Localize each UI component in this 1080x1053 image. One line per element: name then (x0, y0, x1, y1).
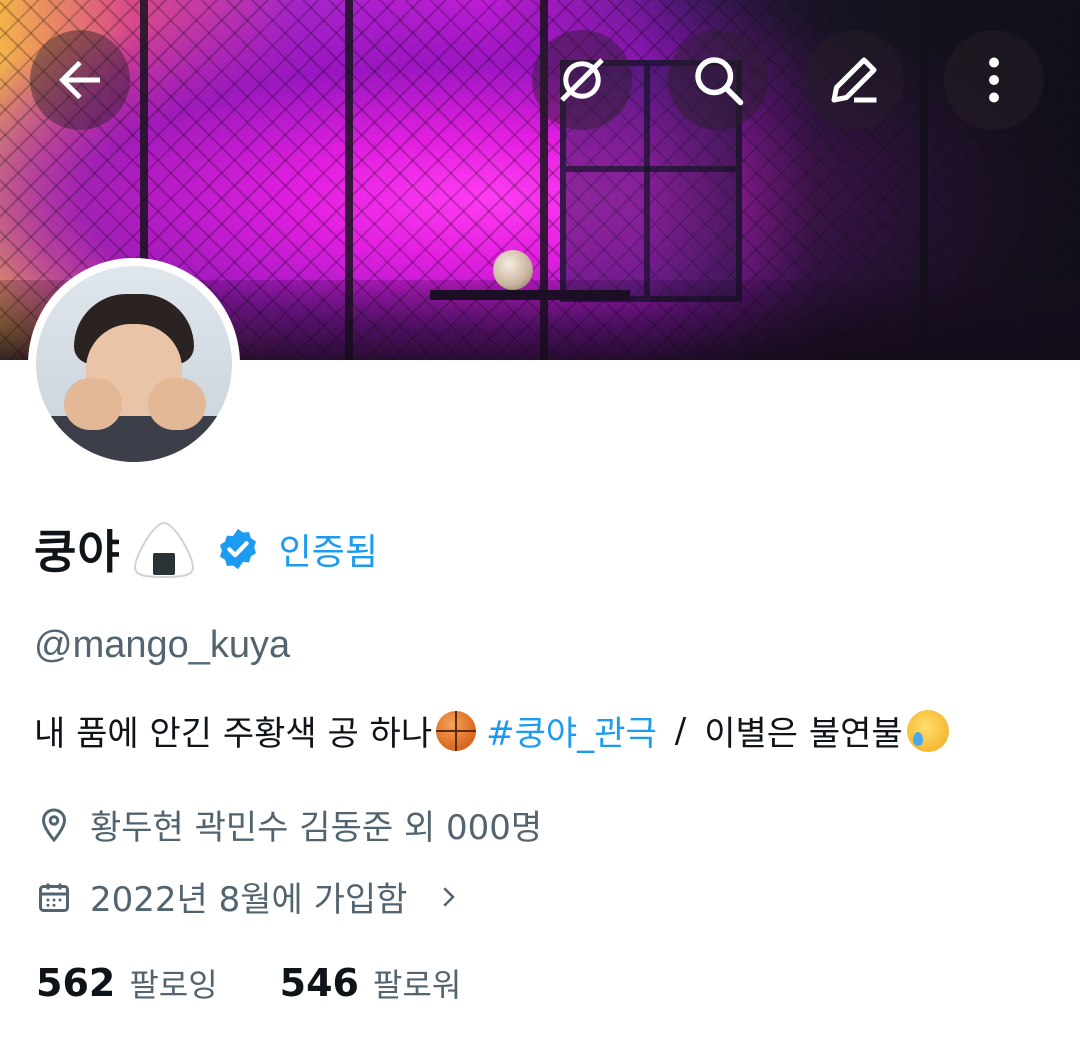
basketball-emoji-icon (436, 710, 477, 751)
followers-label[interactable]: 팔로워 (373, 960, 461, 1006)
map-pin-icon (41, 807, 67, 842)
user-handle: @mango_kuya (34, 624, 291, 666)
chevron-right-icon (443, 886, 456, 907)
smiling-tear-emoji-icon (906, 709, 949, 752)
joined-row[interactable]: 2022년 8월에 가입함 (36, 872, 463, 921)
profile-avatar[interactable] (28, 258, 240, 470)
banner-bench (430, 290, 630, 300)
bio-text-2: 이별은 불연불 (704, 714, 903, 754)
avatar-photo (36, 266, 232, 462)
bio-separator: / (674, 710, 687, 751)
calendar-icon (39, 883, 69, 912)
location-text: 황두현 곽민수 김동준 외 000명 (90, 808, 543, 848)
verified-badge-icon[interactable] (215, 526, 261, 572)
display-name: 쿵야 (34, 525, 121, 579)
edit-button[interactable] (804, 30, 904, 130)
search-button[interactable] (668, 30, 768, 130)
banner-basketball (493, 250, 533, 290)
joined-text: 2022년 8월에 가입함 (90, 880, 408, 920)
onigiri-icon (133, 521, 194, 579)
search-icon (695, 57, 744, 106)
profile-bio: 내 품에 안긴 주황색 공 하나 #쿵야_관극 / 이별은 불연불 (34, 706, 949, 755)
follow-stats: 562 팔로잉 546 팔로워 (36, 960, 461, 1006)
more-vertical-icon (989, 57, 999, 103)
following-label[interactable]: 팔로잉 (129, 960, 217, 1006)
followers-count[interactable]: 546 (280, 961, 359, 1005)
pencil-icon (831, 57, 877, 103)
arrow-left-icon (59, 60, 100, 100)
verified-label[interactable]: 인증됨 (279, 523, 378, 575)
bio-text: 내 품에 안긴 주황색 공 하나 (34, 714, 433, 754)
bio-hashtag-link[interactable]: #쿵야_관극 (486, 706, 657, 755)
back-button[interactable] (30, 30, 130, 130)
following-count[interactable]: 562 (36, 961, 115, 1005)
more-button[interactable] (944, 30, 1044, 130)
location-row: 황두현 곽민수 김동준 외 000명 (36, 800, 542, 849)
name-row: 쿵야 인증됨 (34, 516, 378, 582)
hide-button[interactable] (532, 30, 632, 130)
eye-off-icon (560, 58, 604, 102)
